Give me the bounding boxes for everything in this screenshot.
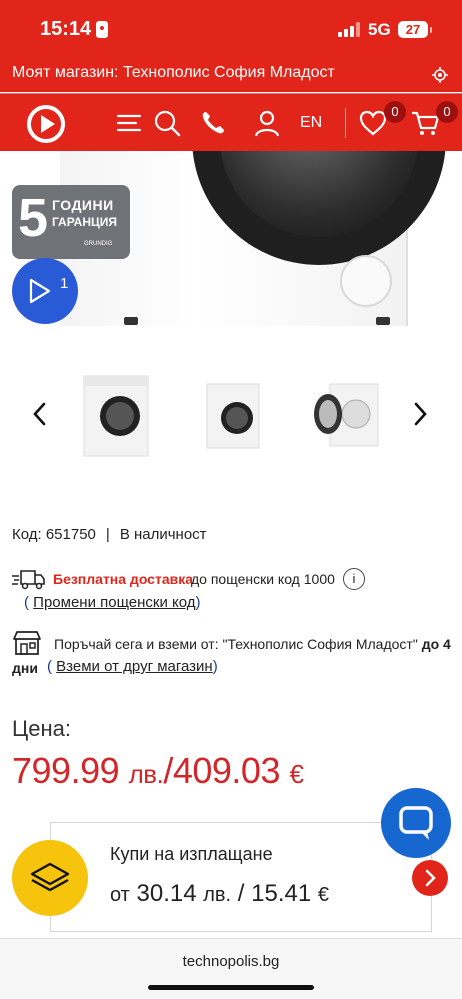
product-code: Код: 651750: [12, 526, 96, 543]
network-type: 5G: [368, 20, 391, 39]
installment-eur-unit: €: [317, 884, 329, 906]
product-code-line: Код: 651750 | В наличност: [12, 526, 207, 543]
truck-icon: [12, 570, 45, 590]
main-nav: EN 0 0: [0, 93, 462, 151]
home-indicator[interactable]: [148, 985, 314, 990]
free-delivery-label: Безплатна доставка: [53, 571, 194, 587]
search-icon[interactable]: [152, 108, 182, 138]
price-eur-unit: €: [289, 759, 304, 789]
logo-icon[interactable]: [26, 104, 66, 144]
thumbnail-3[interactable]: [300, 370, 392, 462]
clock: 15:14: [40, 18, 92, 40]
price-divider: /: [163, 750, 173, 791]
price: 799.99 лв./409.03 €: [12, 750, 304, 792]
layers-icon: [30, 862, 70, 892]
store-name: Моят магазин: Технополис София Младост: [12, 64, 335, 81]
guarantee-brand: GRUNDIG: [84, 241, 113, 247]
pickup-store-text: Поръчай сега и вземи от: "Технополис Соф…: [54, 636, 454, 652]
installment-bgn: 30.14: [136, 880, 197, 907]
nav-divider: [345, 108, 346, 138]
code-separator: |: [105, 526, 110, 543]
menu-icon[interactable]: [114, 108, 144, 138]
guarantee-years: 5: [18, 188, 49, 248]
installment-divider: /: [237, 880, 245, 907]
thumbnail-2[interactable]: [185, 370, 277, 462]
machine-filter-cap: [340, 255, 392, 307]
video-count: 1: [60, 275, 69, 292]
pickup-store-name: Поръчай сега и вземи от: "Технополис Соф…: [54, 636, 418, 652]
phone-icon[interactable]: [198, 108, 228, 138]
guarantee-line1: ГОДИНИ: [52, 197, 114, 213]
thumbnail-carousel: [0, 370, 462, 462]
installment-eur: 15.41: [251, 880, 312, 907]
postal-code-text: до пощенски код 1000: [191, 571, 335, 587]
locate-icon[interactable]: [432, 67, 448, 83]
price-label: Цена:: [12, 716, 72, 741]
status-bar: 15:14 5G 27: [0, 0, 462, 58]
chat-icon: [399, 806, 433, 840]
installment-price: от 30.14 лв. / 15.41 €: [110, 880, 329, 908]
pickup-deadline: до 4: [421, 636, 451, 652]
installment-next-button[interactable]: [412, 860, 448, 896]
store-selector[interactable]: Моят магазин: Технополис София Младост: [0, 58, 462, 92]
thumbnail-1[interactable]: [70, 370, 162, 462]
focus-mode-icon: [96, 21, 108, 38]
pickup-deadline-days: дни: [12, 660, 38, 676]
change-postal-code-text: Промени пощенски код: [33, 594, 196, 611]
guarantee-badge: 5 ГОДИНИ ГАРАНЦИЯ GRUNDIG: [12, 185, 130, 259]
chevron-left-icon[interactable]: [30, 400, 50, 428]
browser-bottom-bar: technopolis.bg: [0, 938, 462, 999]
price-bgn: 799.99: [12, 750, 120, 791]
installment-badge: [12, 840, 88, 916]
chat-button[interactable]: [381, 788, 451, 858]
product-main-image[interactable]: 5 ГОДИНИ ГАРАНЦИЯ GRUNDIG 1: [0, 151, 462, 341]
wishlist-count-badge: 0: [384, 101, 406, 123]
installment-bgn-unit: лв.: [203, 884, 232, 906]
price-eur: 409.03: [172, 750, 281, 791]
user-icon[interactable]: [252, 108, 282, 138]
shop-icon: [13, 631, 41, 655]
change-postal-code-link[interactable]: ( Промени пощенски код): [24, 594, 201, 611]
chevron-right-icon[interactable]: [410, 400, 430, 428]
address-bar[interactable]: technopolis.bg: [0, 953, 462, 970]
language-switch[interactable]: EN: [300, 114, 322, 132]
other-store-link[interactable]: ( Вземи от друг магазин): [47, 658, 218, 675]
installment-prefix: от: [110, 884, 130, 906]
installment-title: Купи на изплащане: [110, 844, 273, 864]
video-play-button[interactable]: 1: [12, 258, 78, 324]
chevron-right-icon: [425, 869, 436, 887]
battery-icon: 27: [398, 21, 432, 38]
availability-status: В наличност: [119, 526, 207, 543]
info-icon[interactable]: i: [343, 568, 365, 590]
product-page: 15:14 5G 27 Моят магазин: Технополис Соф…: [0, 0, 462, 999]
other-store-text: Вземи от друг магазин: [56, 658, 213, 675]
price-bgn-unit: лв.: [128, 759, 164, 789]
play-icon: [29, 278, 51, 304]
signal-icon: [338, 22, 360, 37]
cart-count-badge: 0: [436, 101, 458, 123]
installment-card[interactable]: [50, 822, 432, 932]
guarantee-line2: ГАРАНЦИЯ: [52, 215, 118, 229]
